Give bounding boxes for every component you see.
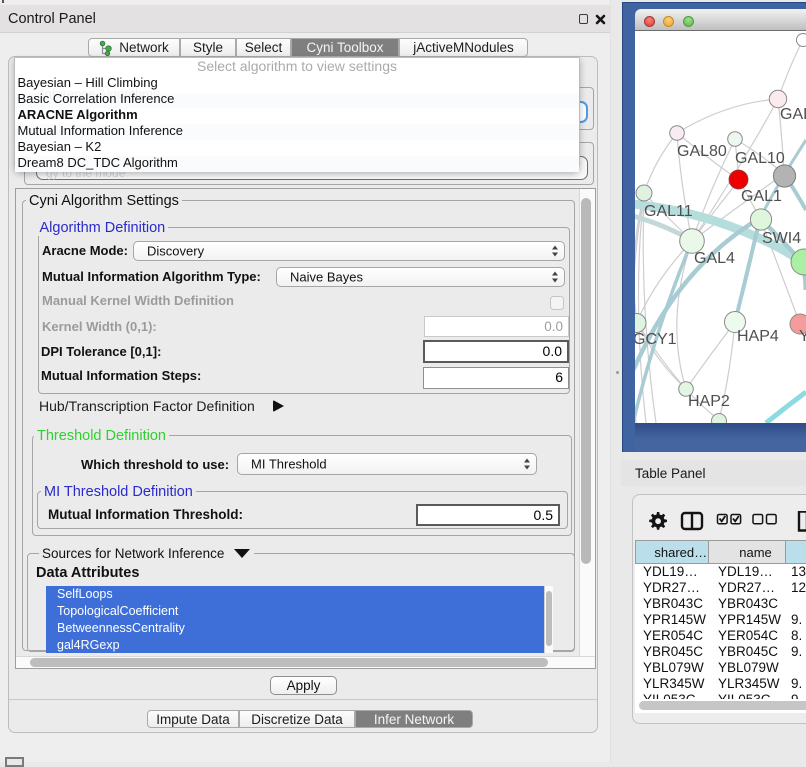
- svg-text:Y: Y: [799, 328, 806, 345]
- svg-text:HAP4: HAP4: [737, 328, 779, 345]
- svg-text:GAL80: GAL80: [677, 143, 727, 160]
- svg-text:GAL4: GAL4: [694, 250, 735, 267]
- svg-text:GAL1: GAL1: [741, 188, 782, 205]
- svg-text:GAL: GAL: [780, 106, 806, 123]
- svg-text:SWI4: SWI4: [762, 230, 801, 247]
- svg-text:GAL10: GAL10: [735, 150, 785, 167]
- svg-text:GAL11: GAL11: [644, 203, 693, 220]
- svg-text:HAP2: HAP2: [688, 393, 730, 410]
- svg-text:GCY1: GCY1: [635, 331, 677, 348]
